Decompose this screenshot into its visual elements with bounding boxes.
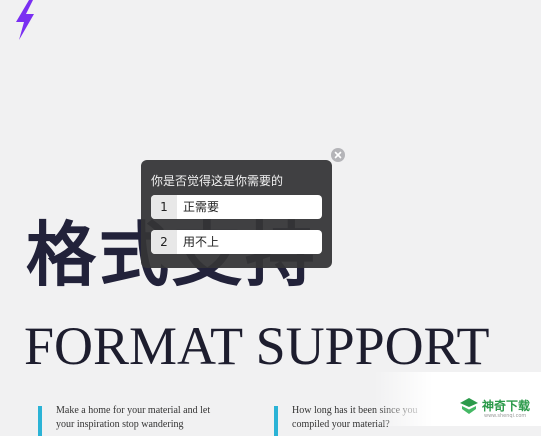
lightning-bolt-icon[interactable] bbox=[12, 0, 38, 40]
feature-text-line: Make a home for your material and let bbox=[56, 405, 211, 416]
watermark-url: www.shenqi.com bbox=[484, 413, 527, 419]
accent-bar bbox=[274, 406, 278, 436]
survey-question: 你是否觉得这是你需要的 bbox=[151, 174, 284, 188]
watermark-text: 神奇下载 bbox=[482, 399, 531, 413]
hero-title-en: FORMAT SUPPORT bbox=[24, 316, 490, 376]
option-number: 2 bbox=[151, 230, 177, 254]
option-label: 用不上 bbox=[183, 235, 220, 249]
survey-popup: 你是否觉得这是你需要的 1 正需要 2 用不上 bbox=[141, 160, 332, 268]
watermark-logo-icon bbox=[460, 398, 478, 414]
watermark: 神奇下载 www.shenqi.com bbox=[374, 372, 541, 426]
survey-option-1[interactable]: 1 正需要 bbox=[151, 195, 322, 219]
survey-option-2[interactable]: 2 用不上 bbox=[151, 230, 322, 254]
feature-column-1: Make a home for your material and let yo… bbox=[38, 404, 256, 436]
close-popup-button[interactable] bbox=[331, 148, 345, 162]
feature-text-line: your inspiration stop wandering bbox=[56, 419, 184, 430]
option-number: 1 bbox=[151, 195, 177, 219]
close-icon bbox=[334, 151, 342, 159]
accent-bar bbox=[38, 406, 42, 436]
option-label: 正需要 bbox=[183, 200, 220, 214]
